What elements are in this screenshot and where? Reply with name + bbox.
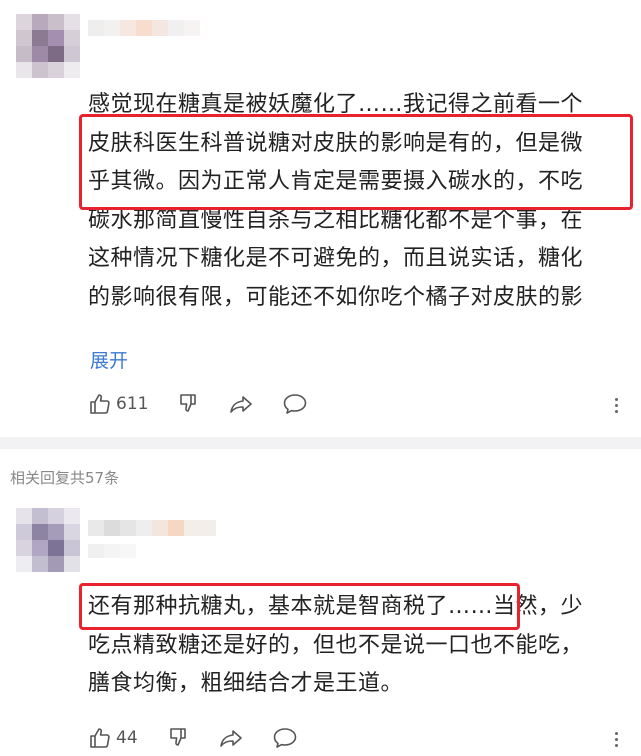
share-button[interactable] [218,726,244,750]
more-button[interactable] [615,730,618,748]
reply-button[interactable] [282,392,308,416]
username[interactable] [88,520,216,536]
highlight-box [79,114,633,210]
share-button[interactable] [228,392,254,416]
user-info [88,544,136,558]
more-button[interactable] [615,396,618,414]
comment-line: 的影响很有限，可能还不如你吃个橘子对皮肤的影 [88,284,584,310]
thumb-up-icon [90,394,110,414]
like-count: 44 [116,728,138,748]
avatar[interactable] [16,14,80,78]
like-button[interactable]: 44 [88,726,138,750]
dislike-button[interactable] [176,392,200,416]
comment-actions: 44 [88,726,326,750]
section-divider [0,437,641,449]
highlight-box [79,583,520,630]
comment-line: 吃点精致糖还是好的，但也不是说一口也不能吃， [88,632,584,658]
thumb-down-icon [180,394,197,412]
username[interactable] [88,20,200,36]
replies-header: 相关回复共57条 [10,469,120,487]
comment-icon [273,728,296,748]
comment-line: 这种情况下糖化是不可避免的，而且说实话，糖化 [88,246,584,271]
thumb-down-icon [169,728,186,746]
expand-link[interactable]: 展开 [90,346,128,373]
comment-line: 膳食均衡，粗细结合才是王道。 [88,671,404,696]
share-icon [219,730,242,747]
reply-button[interactable] [272,726,298,750]
comment-actions: 611 [88,392,336,416]
dislike-button[interactable] [166,726,190,750]
more-icon [615,397,618,401]
thumb-up-icon [90,728,110,748]
like-button[interactable]: 611 [88,392,148,416]
comment-icon [284,394,307,414]
share-icon [230,396,253,413]
more-icon [615,731,618,735]
like-count: 611 [116,394,149,414]
avatar[interactable] [16,508,80,572]
